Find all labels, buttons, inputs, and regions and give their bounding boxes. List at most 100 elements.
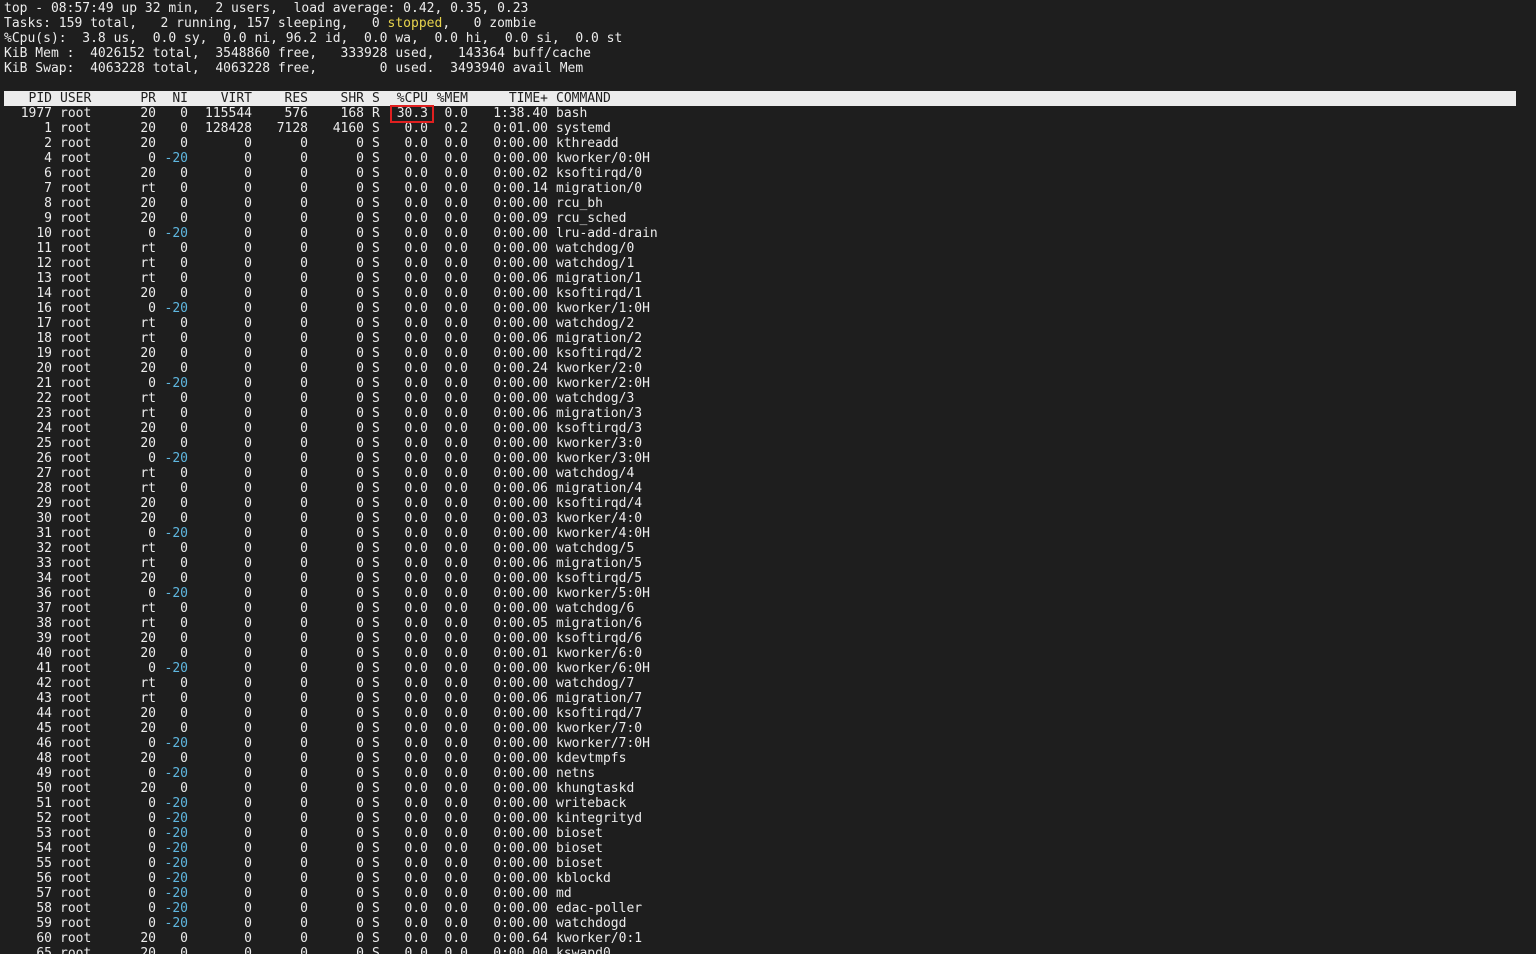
process-virt-cell: 0 [244,691,252,706]
process-pr-cell: 20 [140,346,156,361]
process-virt-cell: 0 [244,211,252,226]
process-command-cell: bioset [556,826,603,841]
process-shr-cell: 0 [356,751,364,766]
process-s-cell: S [372,136,380,151]
process-user-cell: root [60,196,92,211]
process-ni-cell: -20 [164,736,188,751]
process-user-cell: root [60,391,92,406]
process-res-cell: 576 [284,106,308,121]
process-user-cell: root [60,586,92,601]
process-command-cell: kworker/6:0H [556,661,650,676]
process-s-cell: S [372,391,380,406]
process-virt-cell: 0 [244,886,252,901]
process-time-cell: 0:00.00 [493,916,548,931]
process-ni-cell: 0 [180,106,188,121]
process-pid-cell: 40 [36,646,52,661]
process-mem-cell: 0.0 [444,571,468,586]
process-command-cell: systemd [556,121,611,136]
process-mem-cell: 0.0 [444,751,468,766]
process-res-cell: 0 [300,196,308,211]
process-mem-cell: 0.0 [444,916,468,931]
process-command-cell: md [556,886,572,901]
process-s-cell: S [372,121,380,136]
terminal-window[interactable]: top - 08:57:49 up 32 min, 2 users, load … [0,0,1536,954]
process-time-cell: 0:00.03 [493,511,548,526]
process-time-cell: 0:00.00 [493,601,548,616]
process-time-cell: 0:00.00 [493,346,548,361]
process-res-cell: 0 [300,286,308,301]
process-virt-cell: 0 [244,601,252,616]
process-shr-cell: 0 [356,706,364,721]
process-pid-cell: 34 [36,571,52,586]
process-pid-cell: 30 [36,511,52,526]
process-pr-cell: 0 [148,871,156,886]
process-time-cell: 0:00.00 [493,586,548,601]
process-command-cell: watchdog/1 [556,256,635,271]
process-ni-cell: 0 [180,646,188,661]
process-time-cell: 0:00.00 [493,811,548,826]
process-s-cell: S [372,916,380,931]
process-row: 31 root 0 -20 0 0 0 S 0.0 0.0 0:00.00 kworker/4:0H [0,526,1536,541]
process-row: 54 root 0 -20 0 0 0 S 0.0 0.0 0:00.00 bioset [0,841,1536,856]
process-user-cell: root [60,496,92,511]
process-cpu-cell: 0.0 [404,331,428,346]
process-shr-cell: 0 [356,496,364,511]
process-s-cell: S [372,676,380,691]
process-pr-cell: 20 [140,166,156,181]
process-s-cell: S [372,796,380,811]
process-pr-cell: 0 [148,451,156,466]
col-header-user: USER [60,91,92,106]
process-user-cell: root [60,781,92,796]
process-pr-cell: rt [140,241,156,256]
process-time-cell: 0:00.00 [493,571,548,586]
process-pr-cell: 0 [148,856,156,871]
process-s-cell: S [372,286,380,301]
process-s-cell: S [372,811,380,826]
process-user-cell: root [60,871,92,886]
process-cpu-cell: 0.0 [404,391,428,406]
process-user-cell: root [60,316,92,331]
process-row: 14 root 20 0 0 0 0 S 0.0 0.0 0:00.00 ksoftirqd/1 [0,286,1536,301]
process-cpu-cell: 0.0 [404,916,428,931]
process-mem-cell: 0.0 [444,766,468,781]
process-pid-cell: 8 [44,196,52,211]
process-time-cell: 0:00.06 [493,331,548,346]
process-time-cell: 0:00.00 [493,241,548,256]
process-user-cell: root [60,121,92,136]
process-cpu-cell: 0.0 [404,436,428,451]
process-shr-cell: 0 [356,826,364,841]
process-res-cell: 0 [300,241,308,256]
process-pr-cell: rt [140,691,156,706]
process-shr-cell: 0 [356,766,364,781]
process-ni-cell: 0 [180,481,188,496]
process-user-cell: root [60,166,92,181]
process-mem-cell: 0.0 [444,106,468,121]
process-s-cell: S [372,166,380,181]
process-pid-cell: 38 [36,616,52,631]
process-user-cell: root [60,541,92,556]
process-mem-cell: 0.0 [444,601,468,616]
tasks-stopped-label: stopped [387,16,443,31]
process-s-cell: S [372,481,380,496]
col-header-cpu: %CPU [396,91,428,106]
process-time-cell: 1:38.40 [493,106,548,121]
process-virt-cell: 0 [244,646,252,661]
process-row: 26 root 0 -20 0 0 0 S 0.0 0.0 0:00.00 kworker/3:0H [0,451,1536,466]
process-ni-cell: 0 [180,346,188,361]
process-ni-cell: 0 [180,946,188,954]
process-time-cell: 0:00.06 [493,406,548,421]
process-pid-cell: 4 [44,151,52,166]
process-time-cell: 0:00.01 [493,646,548,661]
process-pr-cell: 0 [148,151,156,166]
process-virt-cell: 0 [244,556,252,571]
process-ni-cell: 0 [180,541,188,556]
process-mem-cell: 0.0 [444,286,468,301]
process-res-cell: 0 [300,346,308,361]
process-ni-cell: 0 [180,211,188,226]
process-pr-cell: rt [140,331,156,346]
process-row: 56 root 0 -20 0 0 0 S 0.0 0.0 0:00.00 kblockd [0,871,1536,886]
process-cpu-cell: 0.0 [404,466,428,481]
process-pr-cell: rt [140,271,156,286]
process-ni-cell: -20 [164,226,188,241]
process-time-cell: 0:00.00 [493,826,548,841]
